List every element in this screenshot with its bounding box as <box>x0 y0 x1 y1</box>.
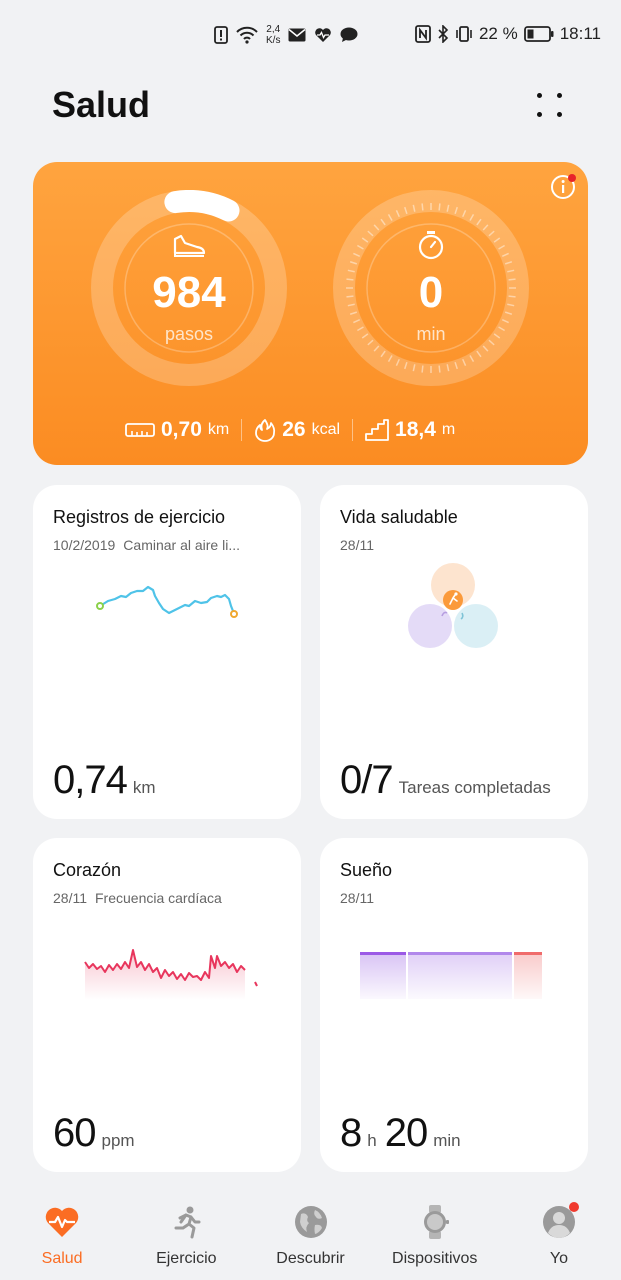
nav-label: Dispositivos <box>392 1250 478 1267</box>
steps-unit: pasos <box>164 324 214 344</box>
exercise-activity: Caminar al aire li... <box>123 537 240 553</box>
sleep-minutes-unit: min <box>433 1131 461 1150</box>
time-ring-tick <box>421 365 424 373</box>
nav-item-salud[interactable]: Salud <box>0 1190 124 1280</box>
alert-icon <box>214 26 228 44</box>
bottom-navigation: Salud Ejercicio Descubrir Dispositivos Y… <box>0 1190 621 1280</box>
info-icon[interactable] <box>550 174 576 200</box>
nav-label: Ejercicio <box>156 1250 217 1267</box>
active-time-value: 0 <box>418 268 444 317</box>
network-speed: 2,4 K/s <box>266 24 281 46</box>
card-subtitle: 28/11 Frecuencia cardíaca <box>53 890 222 906</box>
time-ring-tick <box>438 365 441 373</box>
sleep-hours-unit: h <box>367 1131 377 1150</box>
heart-icon <box>315 28 332 42</box>
watch-icon <box>423 1205 449 1239</box>
heart-card[interactable]: Corazón 28/11 Frecuencia cardíaca 60 ppm <box>33 838 301 1172</box>
time-ring-tick <box>421 203 424 211</box>
divider <box>352 419 354 441</box>
heart-rate-icon <box>45 1207 79 1237</box>
time-ring-tick <box>438 203 441 211</box>
floors-value: 18,4 <box>395 418 436 441</box>
wifi-icon <box>236 26 258 44</box>
card-title: Corazón <box>53 860 122 880</box>
sleep-minutes-value: 20 <box>384 1111 428 1155</box>
card-title: Sueño <box>340 860 393 880</box>
nav-item-yo[interactable]: Yo <box>497 1190 621 1280</box>
mail-icon <box>288 28 306 42</box>
heart-subtitle: Frecuencia cardíaca <box>95 890 222 906</box>
flame-icon <box>255 419 276 442</box>
exercise-date: 10/2/2019 <box>53 537 116 553</box>
sleep-hours-value: 8 <box>340 1111 362 1155</box>
distance-stat: 0,70 km <box>125 418 229 442</box>
calories-value: 26 <box>282 418 306 441</box>
heart-rate-chart <box>84 949 258 1000</box>
card-subtitle: 28/11 <box>340 890 374 906</box>
route-map <box>96 585 238 618</box>
status-bar-notifications: 2,4 K/s <box>214 24 358 46</box>
card-title: Vida saludable <box>340 507 458 527</box>
card-subtitle: 10/2/2019 Caminar al aire li... <box>53 537 240 553</box>
exercise-distance-unit: km <box>132 778 156 797</box>
heart-rate: 60 ppm <box>53 1111 135 1156</box>
ruler-icon <box>125 423 155 437</box>
battery-percent: 22 % <box>478 24 518 43</box>
stopwatch-icon <box>418 231 444 260</box>
nav-label: Salud <box>41 1250 83 1267</box>
card-subtitle: 28/11 <box>340 537 374 553</box>
bluetooth-icon <box>438 25 449 43</box>
nav-label: Descubrir <box>276 1250 345 1267</box>
sleep-duration: 8 h 20 min <box>340 1111 461 1156</box>
sleep-card[interactable]: Sueño 28/11 8 h 20 min <box>320 838 588 1172</box>
divider <box>241 419 243 441</box>
floors-stat: 18,4 m <box>365 418 455 442</box>
healthy-date: 28/11 <box>340 537 374 553</box>
distance-value: 0,70 <box>161 418 202 441</box>
floors-unit: m <box>441 421 456 438</box>
healthy-tasks: 0/7 Tareas completadas <box>340 758 551 803</box>
activity-stats-row: 0,70 km 26 kcal 18,4 m <box>125 418 455 442</box>
clock: 18:11 <box>559 24 601 43</box>
healthy-living-graphic <box>408 563 498 648</box>
status-bar: 2,4 K/s 22 % 18:11 <box>0 0 621 70</box>
distance-unit: km <box>207 421 230 438</box>
battery-icon <box>523 26 554 42</box>
exercise-records-card[interactable]: Registros de ejercicio 10/2/2019 Caminar … <box>33 485 301 819</box>
card-title: Registros de ejercicio <box>53 507 226 527</box>
steps-ring[interactable]: 984 pasos <box>91 190 287 386</box>
nav-item-descubrir[interactable]: Descubrir <box>248 1190 372 1280</box>
active-time-ring[interactable]: 0 min <box>333 190 529 386</box>
shoe-icon <box>173 234 206 257</box>
heart-date: 28/11 <box>53 890 87 906</box>
healthy-tasks-value: 0/7 <box>340 758 394 802</box>
heart-rate-value: 60 <box>53 1111 96 1155</box>
exercise-distance-value: 0,74 <box>53 758 128 802</box>
runner-icon <box>174 1206 201 1239</box>
sleep-date: 28/11 <box>340 890 374 906</box>
sleep-chart <box>360 952 542 999</box>
nfc-icon <box>415 25 431 43</box>
heart-rate-unit: ppm <box>101 1131 135 1150</box>
calories-unit: kcal <box>311 421 341 438</box>
chat-icon <box>340 27 358 42</box>
active-time-unit: min <box>416 324 446 344</box>
notification-badge <box>568 1202 579 1212</box>
nav-item-dispositivos[interactable]: Dispositivos <box>373 1190 497 1280</box>
vibrate-icon <box>456 26 472 42</box>
four-dots-icon[interactable] <box>535 90 565 120</box>
nav-item-ejercicio[interactable]: Ejercicio <box>124 1190 248 1280</box>
globe-icon <box>294 1206 327 1238</box>
status-bar-system: 22 % 18:11 <box>415 24 601 44</box>
activity-summary-card[interactable]: 984 pasos 0 min 0,70 km 26 kcal 18,4 m <box>33 162 588 465</box>
healthy-tasks-label: Tareas completadas <box>398 778 551 797</box>
stairs-icon <box>365 419 389 441</box>
healthy-living-card[interactable]: Vida saludable 28/11 0/7 Tareas completa… <box>320 485 588 819</box>
nav-label: Yo <box>549 1250 568 1267</box>
calories-stat: 26 kcal <box>254 418 340 442</box>
page-title: Salud <box>52 84 151 125</box>
exercise-distance: 0,74 km <box>53 758 156 803</box>
steps-value: 984 <box>152 268 226 317</box>
